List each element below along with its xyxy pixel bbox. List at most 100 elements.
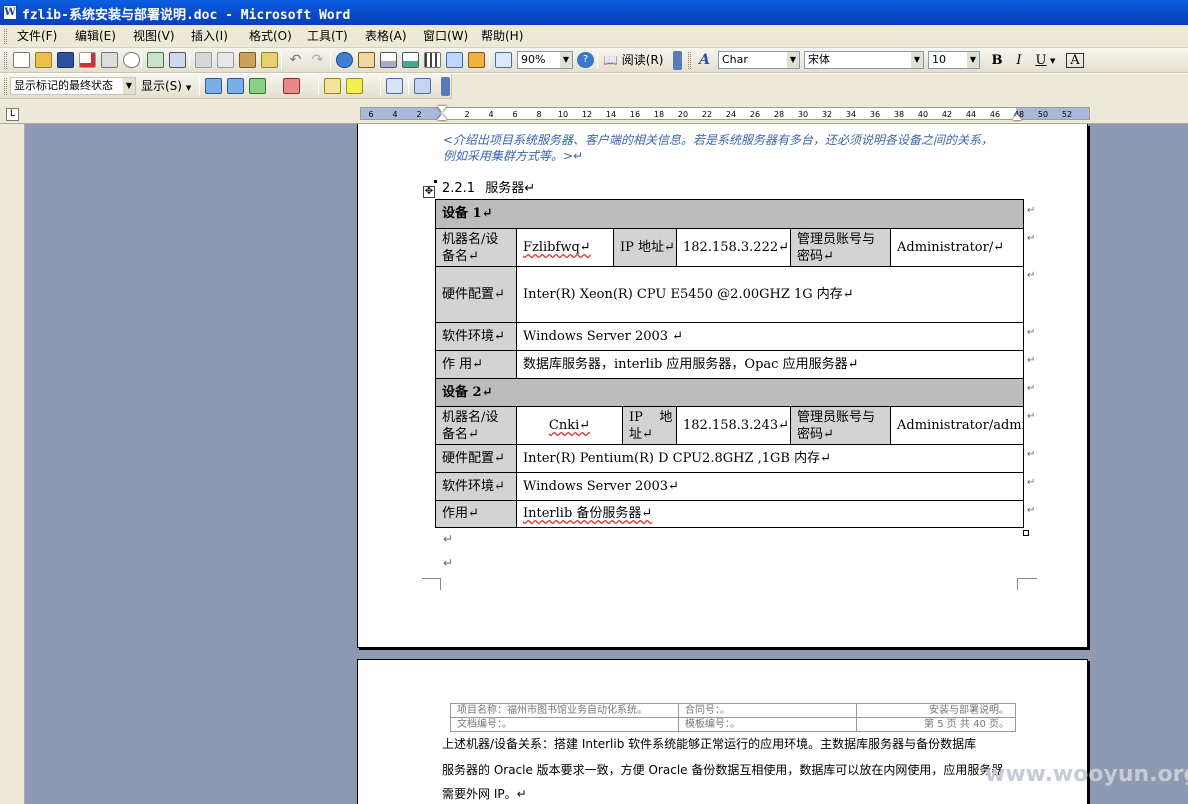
underline-button[interactable]: U [1032, 52, 1050, 69]
paste-icon[interactable] [239, 52, 256, 68]
read-mode-button[interactable]: 📖 阅读(R) [603, 52, 663, 69]
cut-icon[interactable] [195, 52, 212, 68]
insert-table-icon[interactable] [380, 52, 397, 68]
device2-name-label-cell[interactable]: 机器名/设 备名↵ [435, 406, 517, 445]
device1-use-value-cell[interactable]: 数据库服务器，interlib 应用服务器，Opac 应用服务器↵ [516, 350, 1024, 379]
menu-view[interactable]: 视图(V) [133, 28, 175, 44]
research-icon[interactable] [169, 52, 186, 68]
device1-use-label-cell[interactable]: 作 用↵ [435, 350, 517, 379]
print-icon[interactable] [101, 52, 118, 68]
device1-title-cell[interactable]: 设备 1↵ [435, 199, 1024, 229]
italic-button[interactable]: I [1010, 52, 1028, 69]
menu-tools[interactable]: 工具(T) [307, 28, 348, 44]
device2-admin-label-cell[interactable]: 管理员账号与 密码↵ [790, 406, 891, 445]
toolbar-options-icon[interactable] [673, 51, 682, 70]
hyperlink-icon[interactable] [336, 52, 353, 68]
accept-change-icon[interactable] [249, 78, 266, 94]
device1-sw-value-cell[interactable]: Windows Server 2003 ↵ [516, 322, 1024, 351]
format-painter-icon[interactable] [261, 52, 278, 68]
device1-ip-value-cell[interactable]: 182.158.3.222↵ [676, 228, 791, 267]
device1-ip-label-cell[interactable]: IP 地址↵ [613, 228, 677, 267]
toolbar-grip[interactable] [688, 52, 691, 69]
device2-sw-value-cell[interactable]: Windows Server 2003↵ [516, 472, 1024, 501]
ruler-tick: 30 [797, 110, 809, 119]
spelling-icon[interactable] [147, 52, 164, 68]
print-preview-icon[interactable] [123, 52, 140, 68]
device2-title-cell[interactable]: 设备 2↵ [435, 378, 1024, 407]
menu-insert[interactable]: 插入(I) [191, 28, 228, 44]
table-resize-handle-icon[interactable] [1023, 530, 1029, 536]
menu-help[interactable]: 帮助(H) [481, 28, 523, 44]
device2-name-value-cell[interactable]: Cnki↵ [516, 406, 623, 445]
right-indent-marker[interactable] [1012, 114, 1022, 120]
hanging-indent-marker[interactable] [437, 114, 447, 120]
device1-sw-label-cell[interactable]: 软件环境↵ [435, 322, 517, 351]
toolbar-options-icon[interactable] [441, 77, 450, 96]
toolbar-grip[interactable] [4, 52, 7, 69]
menu-format[interactable]: 格式(O) [249, 28, 292, 44]
device1-name-value-cell[interactable]: Fzlibfwq↵ [516, 228, 614, 267]
toolbar-grip[interactable] [4, 78, 7, 95]
drawing-icon[interactable] [446, 52, 463, 68]
device1-hw-value-cell[interactable]: Inter(R) Xeon(R) CPU E5450 @2.00GHZ 1G 内… [516, 266, 1024, 323]
show-menu-button[interactable]: 显示(S) ▼ [141, 78, 191, 95]
chevron-down-icon[interactable]: ▼ [1050, 57, 1055, 65]
insert-comment-icon[interactable] [324, 78, 341, 94]
markup-mode-select[interactable]: 显示标记的最终状态 ▼ [10, 77, 136, 95]
font-select[interactable]: 宋体 ▼ [804, 51, 924, 69]
menu-edit[interactable]: 编辑(E) [75, 28, 116, 44]
tables-borders-icon[interactable] [358, 52, 375, 68]
device2-use-label-cell[interactable]: 作用↵ [435, 500, 517, 528]
next-change-icon[interactable] [227, 78, 244, 94]
permission-icon[interactable] [79, 52, 96, 68]
device1-hw-label-cell[interactable]: 硬件配置↵ [435, 266, 517, 323]
styles-formatting-icon[interactable]: A [696, 52, 713, 68]
device2-sw-label-cell[interactable]: 软件环境↵ [435, 472, 517, 501]
columns-icon[interactable] [424, 52, 441, 68]
font-size-select[interactable]: 10 ▼ [928, 51, 980, 69]
new-document-icon[interactable] [13, 52, 30, 68]
device1-name-label-cell[interactable]: 机器名/设 备名↵ [435, 228, 517, 267]
insert-excel-icon[interactable] [402, 52, 419, 68]
device1-admin-value-cell[interactable]: Administrator/↵ [890, 228, 1024, 267]
word-app-icon[interactable]: W [3, 5, 17, 20]
zoom-select[interactable]: 90% ▼ [517, 51, 573, 69]
chevron-down-icon[interactable]: ▼ [911, 52, 923, 68]
device2-use-value-cell[interactable]: Interlib 备份服务器↵ [516, 500, 1024, 528]
character-border-button[interactable]: A [1066, 53, 1084, 68]
bold-button[interactable]: B [988, 52, 1006, 69]
chevron-down-icon[interactable]: ▼ [967, 52, 979, 68]
first-line-indent-marker[interactable] [437, 106, 447, 112]
reviewing-pane-icon[interactable] [414, 78, 431, 94]
chevron-down-icon[interactable]: ▼ [123, 78, 135, 94]
help-icon[interactable]: ? [577, 52, 594, 68]
device2-admin-value-cell[interactable]: Administrator/admin↵ [890, 406, 1024, 445]
open-folder-icon[interactable] [35, 52, 52, 68]
ruler-tick: 6 [368, 110, 374, 119]
show-hide-icon[interactable] [495, 52, 512, 68]
document-map-icon[interactable] [468, 52, 485, 68]
horizontal-ruler[interactable]: 6 4 2 2 4 6 8 10 12 14 16 18 20 22 24 26… [360, 106, 1090, 120]
menu-file[interactable]: 文件(F) [17, 28, 57, 44]
menu-window[interactable]: 窗口(W) [423, 28, 468, 44]
highlight-icon[interactable] [346, 78, 363, 94]
track-changes-icon[interactable] [386, 78, 403, 94]
undo-icon[interactable]: ↶ [287, 52, 304, 68]
copy-icon[interactable] [217, 52, 234, 68]
device1-admin-label-cell[interactable]: 管理员账号与 密码↵ [790, 228, 891, 267]
chevron-down-icon[interactable]: ▼ [787, 52, 799, 68]
style-select[interactable]: Char ▼ [718, 51, 800, 69]
chevron-down-icon[interactable]: ▼ [560, 52, 572, 68]
previous-change-icon[interactable] [205, 78, 222, 94]
device2-ip-value-cell[interactable]: 182.158.3.243↵ [676, 406, 791, 445]
device2-ip-label-cell[interactable]: IP 地址↵ [622, 406, 677, 445]
redo-icon[interactable]: ↷ [309, 52, 326, 68]
save-icon[interactable] [57, 52, 74, 68]
device2-hw-value-cell[interactable]: Inter(R) Pentium(R) D CPU2.8GHZ ,1GB 内存↵ [516, 444, 1024, 473]
reject-change-icon[interactable] [283, 78, 300, 94]
table-move-handle-icon[interactable]: ✥ [423, 186, 435, 198]
menubar-grip[interactable] [4, 29, 7, 44]
device2-hw-label-cell[interactable]: 硬件配置↵ [435, 444, 517, 473]
tab-stop-selector[interactable]: L [6, 108, 19, 121]
menu-table[interactable]: 表格(A) [365, 28, 407, 44]
